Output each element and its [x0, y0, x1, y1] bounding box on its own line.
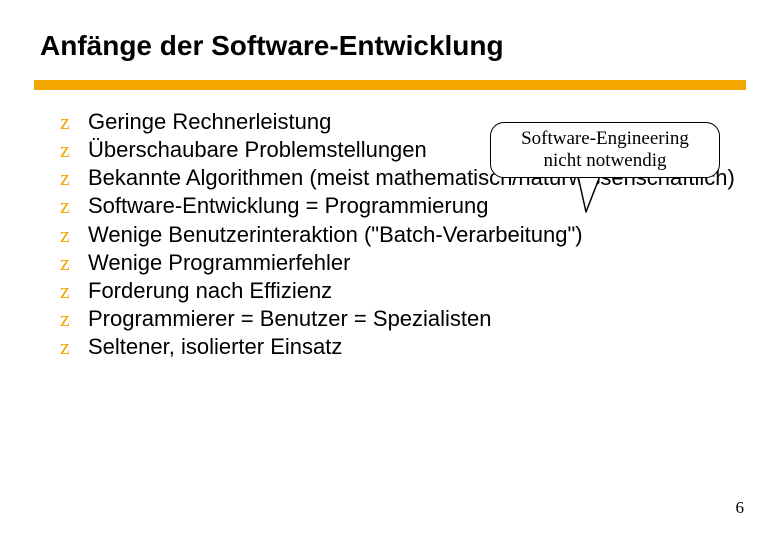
- bullet-icon: z: [60, 249, 88, 277]
- speech-callout-tail-icon: [574, 176, 608, 216]
- callout-line2: nicht notwendig: [544, 150, 667, 172]
- list-item: z Software-Entwicklung = Programmierung: [60, 192, 740, 220]
- list-item-text: Seltener, isolierter Einsatz: [88, 333, 740, 361]
- bullet-icon: z: [60, 221, 88, 249]
- page-number: 6: [736, 498, 745, 518]
- list-item: z Wenige Programmierfehler: [60, 249, 740, 277]
- list-item: z Forderung nach Effizienz: [60, 277, 740, 305]
- bullet-icon: z: [60, 164, 88, 192]
- list-item: z Seltener, isolierter Einsatz: [60, 333, 740, 361]
- list-item-text: Wenige Programmierfehler: [88, 249, 740, 277]
- list-item-text: Forderung nach Effizienz: [88, 277, 740, 305]
- bullet-icon: z: [60, 192, 88, 220]
- list-item-text: Programmierer = Benutzer = Spezialisten: [88, 305, 740, 333]
- bullet-icon: z: [60, 136, 88, 164]
- list-item-text: Wenige Benutzerinteraktion ("Batch-Verar…: [88, 221, 740, 249]
- horizontal-rule: [34, 80, 746, 90]
- slide-title: Anfänge der Software-Entwicklung: [40, 30, 504, 62]
- bullet-icon: z: [60, 277, 88, 305]
- callout-line1: Software-Engineering: [521, 128, 689, 150]
- bullet-icon: z: [60, 305, 88, 333]
- list-item: z Wenige Benutzerinteraktion ("Batch-Ver…: [60, 221, 740, 249]
- list-item-text: Software-Entwicklung = Programmierung: [88, 192, 740, 220]
- bullet-icon: z: [60, 108, 88, 136]
- bullet-icon: z: [60, 333, 88, 361]
- list-item: z Programmierer = Benutzer = Spezialiste…: [60, 305, 740, 333]
- slide: Anfänge der Software-Entwicklung z Gerin…: [0, 0, 780, 540]
- speech-callout: Software-Engineering nicht notwendig: [490, 122, 720, 178]
